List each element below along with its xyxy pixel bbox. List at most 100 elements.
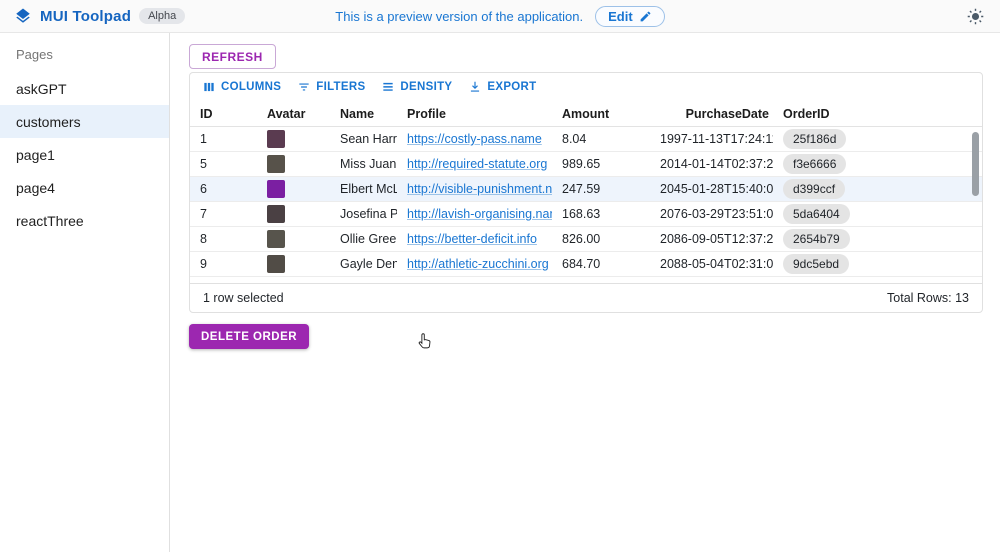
cell-name: Gayle Den... [330,257,397,271]
columns-button-label: COLUMNS [221,81,281,93]
edit-button-label: Edit [608,9,633,24]
main-content: REFRESH COLUMNS FILTERS [170,33,1000,552]
column-header-avatar[interactable]: Avatar [257,107,330,121]
density-button-label: DENSITY [400,81,452,93]
vertical-scrollbar[interactable] [972,132,979,196]
cell-purchasedate: 2045-01-28T15:40:06.325Z [660,182,773,196]
cell-amount: 684.70 [552,257,660,271]
order-id-chip: d399ccf [783,179,845,199]
sidebar-heading: Pages [0,33,169,72]
cell-purchasedate: 2014-01-14T02:37:28.536Z [660,157,773,171]
avatar [267,255,285,273]
order-id-chip: f3e6666 [783,154,846,174]
cell-avatar [257,205,330,223]
column-header-purchasedate[interactable]: PurchaseDate [660,107,773,121]
cell-orderid: 25f186d [773,129,982,149]
sidebar: Pages askGPT customers page1 page4 react… [0,33,170,552]
total-rows-label: Total Rows: 13 [887,291,969,305]
column-header-profile[interactable]: Profile [397,107,552,121]
cell-avatar [257,130,330,148]
columns-icon [202,80,216,94]
order-id-chip: 2654b79 [783,229,850,249]
density-icon [381,80,395,94]
sidebar-item-page4[interactable]: page4 [0,171,169,204]
column-header-name[interactable]: Name [330,107,397,121]
selection-status: 1 row selected [203,291,284,305]
cell-id: 9 [190,257,257,271]
cell-orderid: 5da6404 [773,204,982,224]
theme-toggle-button[interactable] [964,5,986,27]
column-header-id[interactable]: ID [190,107,257,121]
table-row[interactable]: 7 Josefina P... http://lavish-organising… [190,202,982,227]
cell-id: 1 [190,132,257,146]
profile-link[interactable]: http://visible-punishment.net [407,182,552,196]
customers-data-grid: COLUMNS FILTERS DENSITY [189,72,983,313]
cell-name: Ollie Green... [330,232,397,246]
export-button[interactable]: EXPORT [462,77,542,97]
grid-toolbar: COLUMNS FILTERS DENSITY [190,73,982,101]
cell-purchasedate: 2088-05-04T02:31:03.294Z [660,257,773,271]
cell-profile: http://athletic-zucchini.org [397,257,552,271]
cell-avatar [257,230,330,248]
column-header-amount[interactable]: Amount [552,107,660,121]
cell-amount: 826.00 [552,232,660,246]
cell-purchasedate: 2076-03-29T23:51:07.968Z [660,207,773,221]
table-row[interactable]: 1 Sean Harris https://costly-pass.name 8… [190,127,982,152]
export-icon [468,80,482,94]
refresh-button[interactable]: REFRESH [189,44,276,69]
table-row[interactable]: 9 Gayle Den... http://athletic-zucchini.… [190,252,982,277]
profile-link[interactable]: http://required-statute.org [407,157,547,171]
filters-icon [297,80,311,94]
avatar [267,230,285,248]
profile-link[interactable]: https://costly-pass.name [407,132,542,146]
profile-link[interactable]: http://lavish-organising.name [407,207,552,221]
table-row[interactable]: 5 Miss Juan ... http://required-statute.… [190,152,982,177]
mouse-cursor-hand [416,332,433,349]
app-title: MUI Toolpad [40,8,131,25]
profile-link[interactable]: http://athletic-zucchini.org [407,257,549,271]
avatar [267,205,285,223]
cell-amount: 989.65 [552,157,660,171]
top-bar: MUI Toolpad Alpha This is a preview vers… [0,0,1000,33]
cell-name: Elbert McL... [330,182,397,196]
cell-amount: 8.04 [552,132,660,146]
cell-name: Sean Harris [330,132,397,146]
delete-order-button[interactable]: DELETE ORDER [189,324,309,349]
cell-orderid: 2654b79 [773,229,982,249]
cell-purchasedate: 2086-09-05T12:37:27.015Z [660,232,773,246]
cell-amount: 247.59 [552,182,660,196]
density-button[interactable]: DENSITY [375,77,458,97]
columns-button[interactable]: COLUMNS [196,77,287,97]
order-id-chip: 5da6404 [783,204,850,224]
order-id-chip: 9dc5ebd [783,254,849,274]
sidebar-item-askgpt[interactable]: askGPT [0,72,169,105]
grid-footer: 1 row selected Total Rows: 13 [190,283,982,312]
cell-name: Josefina P... [330,207,397,221]
sidebar-item-customers[interactable]: customers [0,105,169,138]
grid-rows-area: 1 Sean Harris https://costly-pass.name 8… [190,127,982,283]
table-row[interactable]: 8 Ollie Green... https://better-deficit.… [190,227,982,252]
cell-amount: 168.63 [552,207,660,221]
sidebar-item-reactthree[interactable]: reactThree [0,204,169,237]
cell-profile: http://lavish-organising.name [397,207,552,221]
cell-purchasedate: 1997-11-13T17:24:11.769Z [660,132,773,146]
filters-button-label: FILTERS [316,81,365,93]
cell-name: Miss Juan ... [330,157,397,171]
column-header-orderid[interactable]: OrderID [773,107,982,121]
avatar [267,130,285,148]
sidebar-item-page1[interactable]: page1 [0,138,169,171]
edit-button[interactable]: Edit [595,6,665,27]
profile-link[interactable]: https://better-deficit.info [407,232,537,246]
cell-profile: http://visible-punishment.net [397,182,552,196]
table-row-selected[interactable]: 6 Elbert McL... http://visible-punishmen… [190,177,982,202]
grid-header-row: ID Avatar Name Profile Amount PurchaseDa… [190,101,982,127]
cell-profile: https://costly-pass.name [397,132,552,146]
filters-button[interactable]: FILTERS [291,77,371,97]
pencil-icon [639,10,652,23]
cell-orderid: 9dc5ebd [773,254,982,274]
cell-orderid: f3e6666 [773,154,982,174]
cell-id: 7 [190,207,257,221]
cell-avatar [257,255,330,273]
cell-id: 6 [190,182,257,196]
cell-id: 5 [190,157,257,171]
